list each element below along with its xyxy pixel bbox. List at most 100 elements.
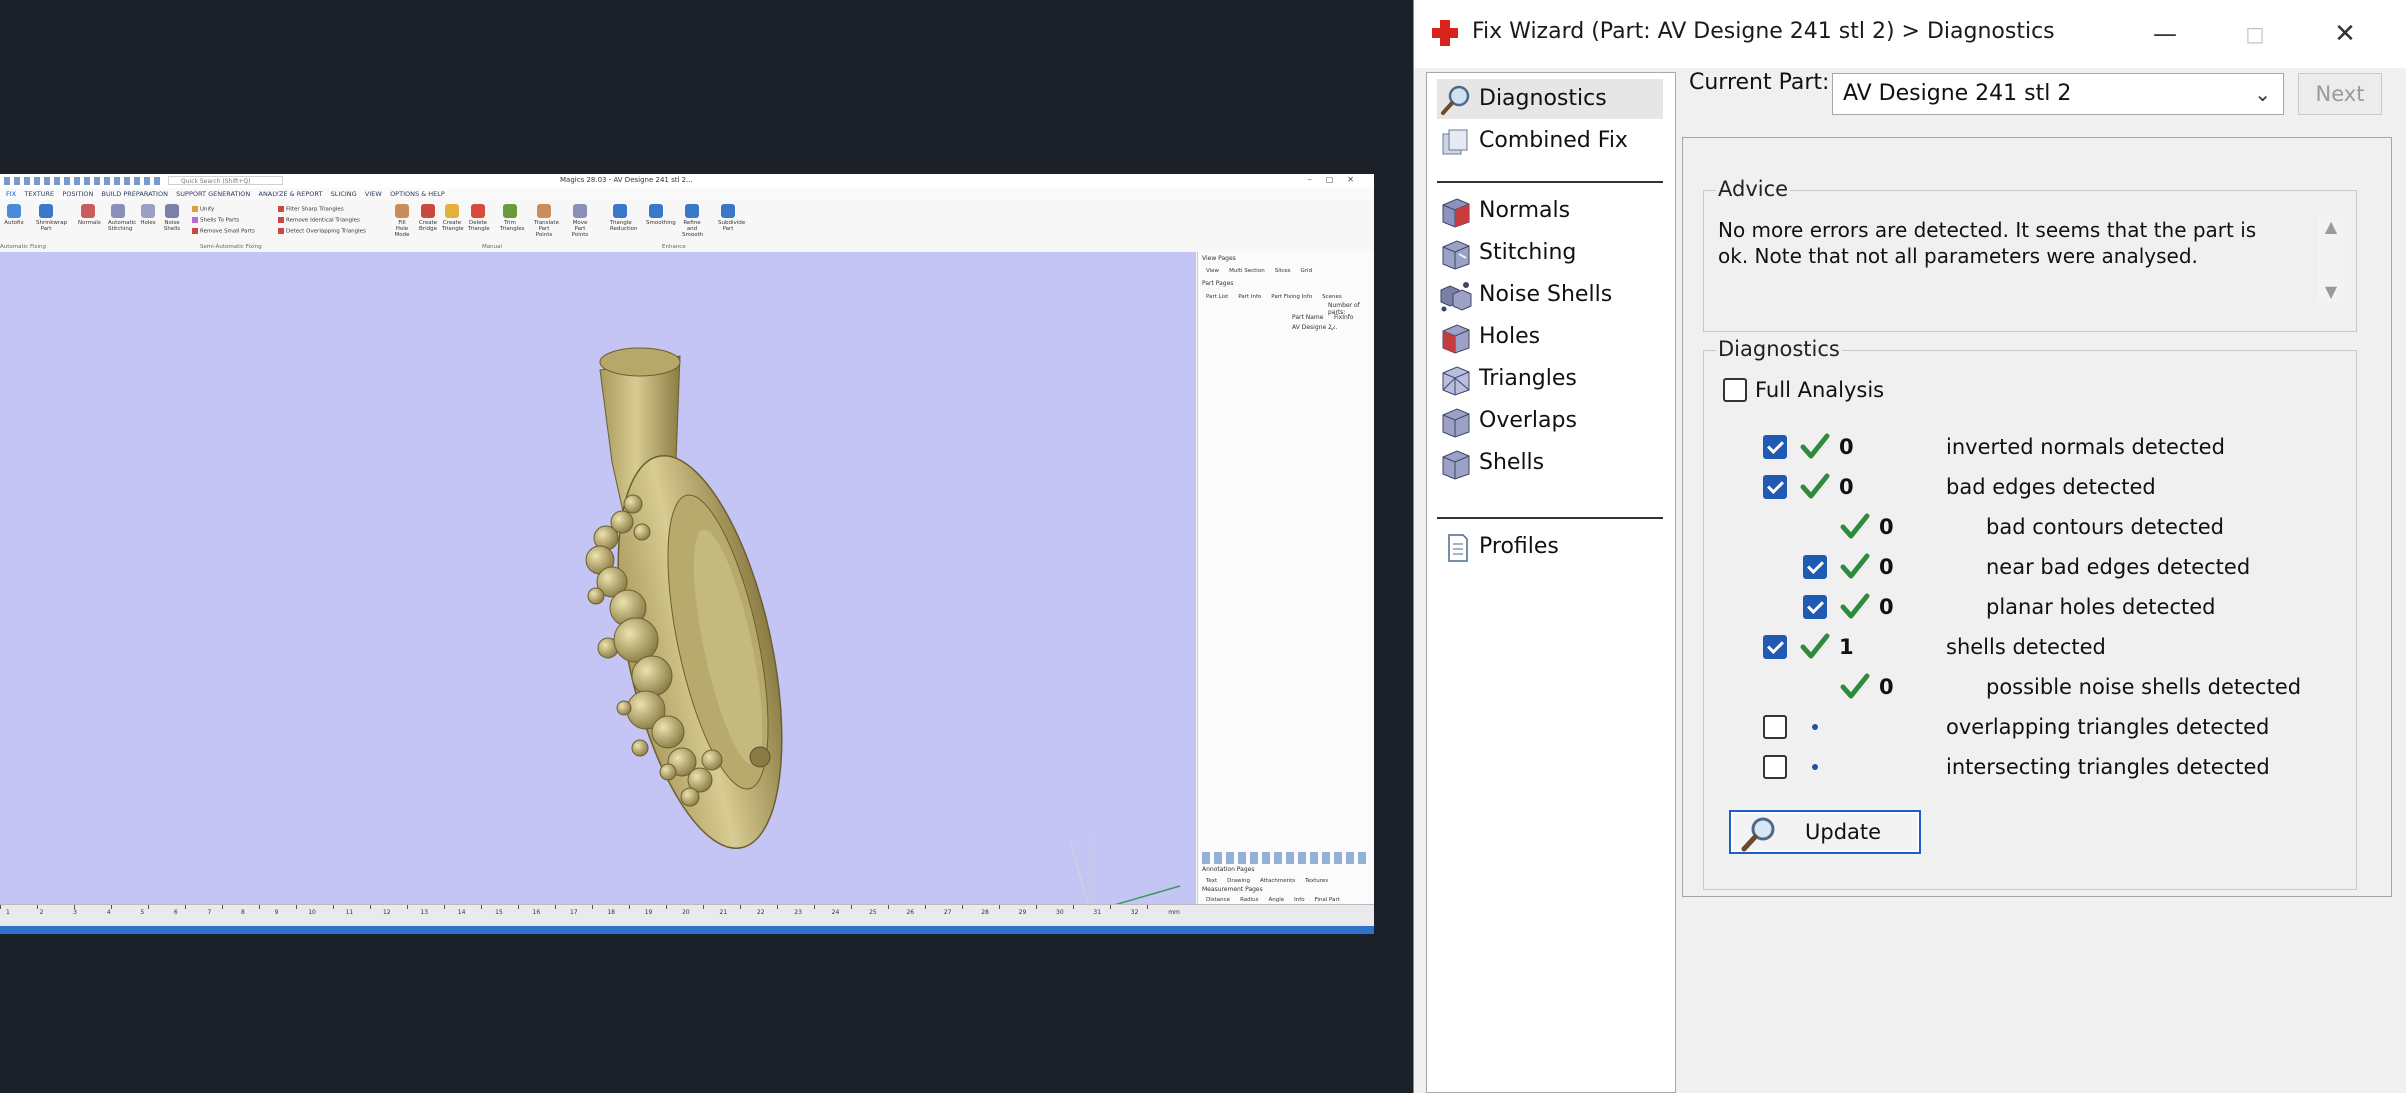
shells-checkbox[interactable]	[1763, 635, 1787, 659]
nav-shells[interactable]: Shells	[1437, 443, 1663, 483]
ribbon-create-triangle[interactable]: Create Triangle	[442, 204, 464, 232]
view-pages-header[interactable]: View Pages	[1202, 255, 1236, 262]
ribbon-shells-to-parts[interactable]: Shells To Parts	[192, 217, 239, 224]
measurement-pages-header[interactable]: Measurement Pages	[1202, 886, 1263, 893]
tab-final-part[interactable]: Final Part	[1315, 897, 1340, 903]
menu-position[interactable]: POSITION	[62, 188, 93, 200]
ribbon-subdivide[interactable]: Subdivide Part	[718, 204, 745, 232]
menu-analyze-report[interactable]: ANALYZE & REPORT	[259, 188, 323, 200]
ribbon-refine-smooth[interactable]: Refine and Smooth	[682, 204, 703, 238]
panel-toolbar[interactable]	[1202, 852, 1370, 864]
nav-triangles[interactable]: Triangles	[1437, 359, 1663, 399]
magics-title: Magics 28.03 - AV Designe 241 stl 2...	[560, 176, 693, 184]
tab-textures[interactable]: Textures	[1305, 878, 1328, 884]
near-bad-edges-checkbox[interactable]	[1803, 555, 1827, 579]
ribbon-fill-hole-mode[interactable]: Fill Hole Mode	[392, 204, 412, 238]
nav-normals[interactable]: Normals	[1437, 191, 1663, 231]
tab-view[interactable]: View	[1206, 268, 1219, 274]
nav-profiles[interactable]: Profiles	[1437, 527, 1663, 567]
ribbon-smoothing[interactable]: Smoothing	[646, 204, 676, 226]
ribbon-detect-overlapping[interactable]: Detect Overlapping Triangles	[278, 228, 366, 235]
update-button[interactable]: Update	[1729, 810, 1921, 854]
next-button[interactable]: Next	[2298, 73, 2382, 115]
tab-part-fixing-info[interactable]: Part Fixing Info	[1271, 294, 1312, 300]
holes-cube-icon	[1442, 324, 1470, 354]
current-part-select[interactable]: AV Designe 241 stl 2 ⌄	[1832, 73, 2284, 115]
tab-info[interactable]: Info	[1294, 897, 1304, 903]
menu-options-help[interactable]: OPTIONS & HELP	[390, 188, 445, 200]
tab-part-list[interactable]: Part List	[1206, 294, 1228, 300]
tab-part-info[interactable]: Part Info	[1238, 294, 1261, 300]
tab-multi-section[interactable]: Multi Section	[1229, 268, 1265, 274]
tab-text[interactable]: Text	[1206, 878, 1217, 884]
tab-grid[interactable]: Grid	[1301, 268, 1313, 274]
annotation-pages-header[interactable]: Annotation Pages	[1202, 866, 1254, 873]
magics-window-controls[interactable]: –▢✕	[1308, 175, 1368, 184]
part-pages-header[interactable]: Part Pages	[1202, 280, 1233, 287]
planar-holes-label: planar holes detected	[1986, 595, 2216, 619]
menu-support-generation[interactable]: SUPPORT GENERATION	[176, 188, 250, 200]
ribbon-normals[interactable]: Normals	[78, 204, 101, 226]
group-automatic-fixing: Automatic Fixing	[0, 244, 47, 250]
tab-slices[interactable]: Slices	[1275, 268, 1291, 274]
magnifier-icon	[1741, 817, 1775, 852]
ribbon-holes[interactable]: Holes	[138, 204, 158, 226]
ribbon-autofix[interactable]: Autofix	[4, 204, 24, 226]
nav-combined-fix[interactable]: Combined Fix	[1437, 121, 1663, 161]
scroll-down-icon[interactable]: ▼	[2318, 282, 2344, 301]
group-enhance: Enhance	[662, 244, 686, 250]
ribbon-noise-shells[interactable]: Noise Shells	[162, 204, 182, 232]
ribbon-trim-triangles[interactable]: Trim Triangles	[500, 204, 524, 232]
tab-distance[interactable]: Distance	[1206, 897, 1230, 903]
intersecting-triangles-checkbox[interactable]	[1763, 755, 1787, 779]
quick-search-input[interactable]: Quick Search (Shift+Q)	[168, 176, 283, 185]
ribbon-shrinkwrap[interactable]: Shrinkwrap Part	[36, 204, 67, 232]
jewelry-part-model[interactable]	[0, 252, 1196, 918]
3d-viewport[interactable]	[0, 252, 1196, 918]
quick-access-toolbar[interactable]	[4, 177, 164, 185]
tab-drawing[interactable]: Drawing	[1227, 878, 1250, 884]
ribbon-remove-small-parts[interactable]: Remove Small Parts	[192, 228, 255, 235]
ribbon-delete-triangle[interactable]: Delete Triangle	[468, 204, 490, 232]
menu-texture[interactable]: TEXTURE	[24, 188, 54, 200]
ribbon-translate-points[interactable]: Translate Part Points	[534, 204, 559, 238]
inverted-normals-checkbox[interactable]	[1763, 435, 1787, 459]
tab-radius[interactable]: Radius	[1240, 897, 1258, 903]
nav-diagnostics[interactable]: Diagnostics	[1437, 79, 1663, 119]
overlapping-triangles-checkbox[interactable]	[1763, 715, 1787, 739]
ribbon-move-points[interactable]: Move Part Points	[570, 204, 590, 238]
tab-scenes[interactable]: Scenes	[1322, 294, 1342, 300]
ribbon-triangle-reduction[interactable]: Triangle Reduction	[610, 204, 638, 232]
advice-group: Advice No more errors are detected. It s…	[1703, 177, 2357, 332]
scroll-up-icon[interactable]: ▲	[2318, 217, 2344, 236]
nav-label: Stitching	[1479, 240, 1577, 265]
shells-count: 1	[1839, 635, 1854, 659]
advice-title: Advice	[1716, 177, 1791, 201]
tab-angle[interactable]: Angle	[1269, 897, 1285, 903]
ribbon-stitching[interactable]: Automatic Stitching	[108, 204, 136, 232]
menu-view[interactable]: VIEW	[365, 188, 382, 200]
bad-edges-checkbox[interactable]	[1763, 475, 1787, 499]
nav-stitching[interactable]: Stitching	[1437, 233, 1663, 273]
menu-slicing[interactable]: SLICING	[331, 188, 357, 200]
tab-attachments[interactable]: Attachments	[1260, 878, 1295, 884]
advice-scrollbar[interactable]: ▲ ▼	[2318, 215, 2344, 303]
maximize-button[interactable]: □	[2232, 14, 2278, 54]
ribbon-unify[interactable]: Unify	[192, 206, 214, 213]
nav-noise-shells[interactable]: Noise Shells	[1437, 275, 1663, 315]
update-label: Update	[1805, 820, 1882, 844]
close-button[interactable]: ✕	[2322, 14, 2368, 54]
ribbon-remove-identical[interactable]: Remove Identical Triangles	[278, 217, 360, 224]
planar-holes-checkbox[interactable]	[1803, 595, 1827, 619]
minimize-button[interactable]: —	[2142, 14, 2188, 54]
nav-holes[interactable]: Holes	[1437, 317, 1663, 357]
nav-overlaps[interactable]: Overlaps	[1437, 401, 1663, 441]
stitching-cube-icon	[1442, 240, 1470, 270]
wizard-nav: Diagnostics Combined Fix Normals Stitchi…	[1426, 72, 1676, 1093]
ribbon-create-bridge[interactable]: Create Bridge	[418, 204, 438, 232]
bad-edges-count: 0	[1839, 475, 1854, 499]
menu-build-preparation[interactable]: BUILD PREPARATION	[102, 188, 168, 200]
shells-label: shells detected	[1946, 635, 2106, 659]
full-analysis-checkbox[interactable]	[1723, 378, 1747, 402]
ribbon-filter-sharp[interactable]: Filter Sharp Triangles	[278, 206, 344, 213]
